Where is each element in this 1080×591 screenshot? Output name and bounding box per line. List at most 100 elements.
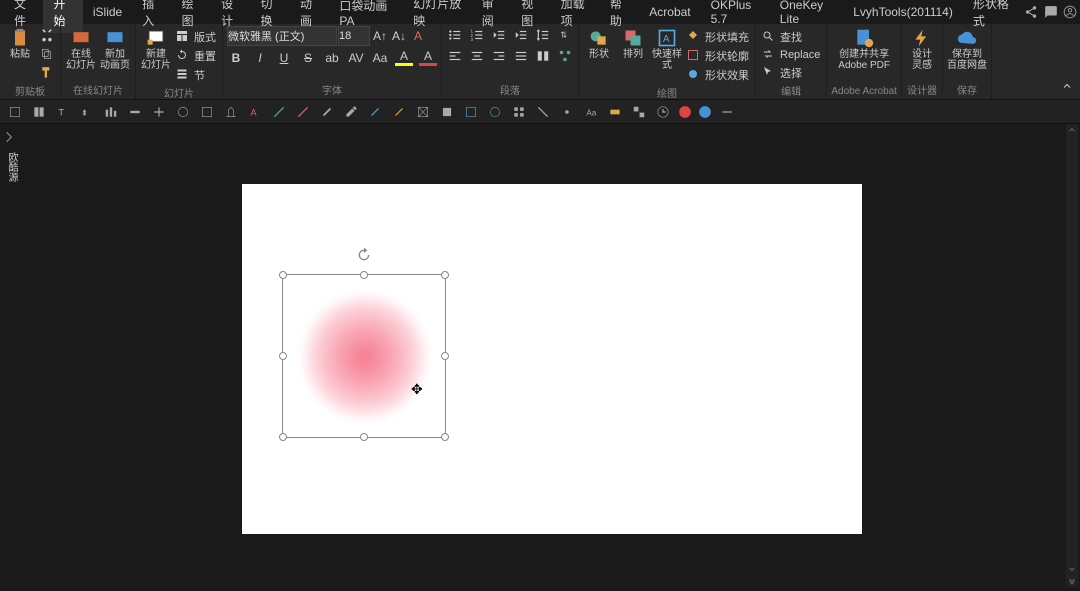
- tool-25[interactable]: Aa: [582, 103, 600, 121]
- tool-16[interactable]: [366, 103, 384, 121]
- selection-box[interactable]: ✥: [282, 274, 446, 438]
- scroll-up-icon[interactable]: [1066, 124, 1078, 136]
- resize-handle-ml[interactable]: [279, 352, 287, 360]
- tool-22[interactable]: [510, 103, 528, 121]
- tool-3[interactable]: T: [54, 103, 72, 121]
- tool-14[interactable]: [318, 103, 336, 121]
- tool-20[interactable]: [462, 103, 480, 121]
- color-dot-2[interactable]: [698, 103, 712, 121]
- section-button[interactable]: 节: [174, 66, 218, 84]
- user-icon[interactable]: [1061, 1, 1080, 23]
- scroll-down-icon[interactable]: [1066, 563, 1078, 575]
- resize-handle-mr[interactable]: [441, 352, 449, 360]
- tab-acrobat[interactable]: Acrobat: [639, 1, 700, 23]
- arrange-button[interactable]: 排列: [617, 26, 649, 62]
- slide[interactable]: ✥: [242, 184, 862, 534]
- bold-button[interactable]: B: [227, 51, 245, 65]
- select-button[interactable]: 选择: [760, 64, 822, 82]
- columns-icon[interactable]: [534, 47, 552, 65]
- tool-2[interactable]: [30, 103, 48, 121]
- create-pdf-button[interactable]: 创建并共享 Adobe PDF: [836, 26, 892, 73]
- online-slides-button[interactable]: 在线 幻灯片: [65, 26, 97, 73]
- tool-7[interactable]: [150, 103, 168, 121]
- tool-1[interactable]: [6, 103, 24, 121]
- new-slide-button[interactable]: 新建 幻灯片: [140, 26, 172, 73]
- clear-format-icon[interactable]: A: [409, 29, 427, 43]
- tool-10[interactable]: [222, 103, 240, 121]
- resize-handle-tr[interactable]: [441, 271, 449, 279]
- underline-button[interactable]: U: [275, 51, 293, 65]
- tool-9[interactable]: [198, 103, 216, 121]
- tool-11[interactable]: A: [246, 103, 264, 121]
- tool-23[interactable]: [534, 103, 552, 121]
- decrease-font-icon[interactable]: A↓: [390, 29, 408, 43]
- layout-button[interactable]: 版式: [174, 28, 218, 46]
- slide-canvas[interactable]: ✥: [20, 124, 1064, 591]
- shape-outline-button[interactable]: 形状轮廓: [685, 47, 751, 65]
- line-spacing-icon[interactable]: [534, 26, 552, 44]
- tool-26[interactable]: [606, 103, 624, 121]
- font-size-select[interactable]: [338, 26, 370, 46]
- scroll-down2-icon[interactable]: [1066, 575, 1078, 587]
- resize-handle-bm[interactable]: [360, 433, 368, 441]
- tab-islide[interactable]: iSlide: [83, 1, 132, 23]
- tool-21[interactable]: [486, 103, 504, 121]
- align-left-icon[interactable]: [446, 47, 464, 65]
- quick-styles-button[interactable]: A快速样式: [651, 26, 683, 73]
- find-button[interactable]: 查找: [760, 28, 822, 46]
- tool-5[interactable]: [102, 103, 120, 121]
- highlight-button[interactable]: A: [395, 49, 413, 66]
- indent-inc-icon[interactable]: [512, 26, 530, 44]
- tool-18[interactable]: [414, 103, 432, 121]
- new-anim-button[interactable]: 新加 动画页: [99, 26, 131, 73]
- text-direction-icon[interactable]: ⇅: [556, 26, 574, 44]
- tab-lvyh[interactable]: LvyhTools(201114): [843, 1, 963, 23]
- resize-handle-tm[interactable]: [360, 271, 368, 279]
- shadow-button[interactable]: ab: [323, 51, 341, 65]
- tool-17[interactable]: [390, 103, 408, 121]
- shape-effects-button[interactable]: 形状效果: [685, 66, 751, 84]
- shape-circle[interactable]: [301, 293, 429, 421]
- resize-handle-bl[interactable]: [279, 433, 287, 441]
- color-dot-1[interactable]: [678, 103, 692, 121]
- vertical-scrollbar[interactable]: [1066, 124, 1078, 587]
- case-button[interactable]: Aa: [371, 51, 389, 65]
- indent-dec-icon[interactable]: [490, 26, 508, 44]
- resize-handle-br[interactable]: [441, 433, 449, 441]
- tool-19[interactable]: [438, 103, 456, 121]
- strike-button[interactable]: S: [299, 51, 317, 65]
- rotate-handle[interactable]: [356, 247, 372, 263]
- font-name-select[interactable]: [227, 26, 337, 46]
- designer-button[interactable]: 设计 灵感: [906, 26, 938, 73]
- increase-font-icon[interactable]: A↑: [371, 29, 389, 43]
- tool-6[interactable]: [126, 103, 144, 121]
- save-cloud-button[interactable]: 保存到 百度网盘: [947, 26, 987, 73]
- numbering-icon[interactable]: 123: [468, 26, 486, 44]
- collapse-ribbon-icon[interactable]: [1058, 77, 1076, 95]
- tool-13[interactable]: [294, 103, 312, 121]
- reset-button[interactable]: 重置: [174, 47, 218, 65]
- tool-eyedropper[interactable]: [342, 103, 360, 121]
- cut-icon[interactable]: [38, 26, 56, 44]
- font-color-button[interactable]: A: [419, 49, 437, 66]
- tool-8[interactable]: [174, 103, 192, 121]
- copy-icon[interactable]: [38, 45, 56, 63]
- comment-icon[interactable]: [1041, 1, 1060, 23]
- tool-4[interactable]: ⬍: [78, 103, 96, 121]
- justify-icon[interactable]: [512, 47, 530, 65]
- tool-24[interactable]: [558, 103, 576, 121]
- shapes-button[interactable]: 形状: [583, 26, 615, 62]
- smartart-icon[interactable]: [556, 47, 574, 65]
- bullets-icon[interactable]: [446, 26, 464, 44]
- tool-12[interactable]: [270, 103, 288, 121]
- resize-handle-tl[interactable]: [279, 271, 287, 279]
- tool-28[interactable]: [654, 103, 672, 121]
- tool-more[interactable]: [718, 103, 736, 121]
- share-icon[interactable]: [1022, 1, 1041, 23]
- align-center-icon[interactable]: [468, 47, 486, 65]
- paste-button[interactable]: 粘贴: [4, 26, 36, 62]
- align-right-icon[interactable]: [490, 47, 508, 65]
- spacing-button[interactable]: AV: [347, 51, 365, 65]
- replace-button[interactable]: Replace: [760, 47, 822, 63]
- tool-27[interactable]: [630, 103, 648, 121]
